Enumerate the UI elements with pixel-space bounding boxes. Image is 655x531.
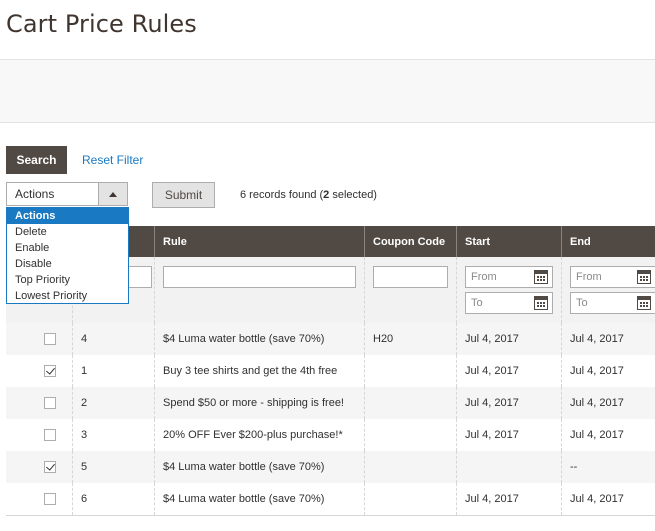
table-row[interactable]: 1 Buy 3 tee shirts and get the 4th free Ju… bbox=[6, 355, 655, 387]
page-actions-bar bbox=[0, 59, 655, 123]
cell-end: Jul 4, 2017 bbox=[561, 323, 655, 355]
cell-end: Jul 4, 2017 bbox=[561, 387, 655, 419]
cell-id: 3 bbox=[72, 419, 154, 451]
cell-select bbox=[6, 387, 72, 419]
cell-start: Jul 4, 2017 bbox=[456, 355, 561, 387]
table-row[interactable]: 5 $4 Luma water bottle (save 70%) -- bbox=[6, 451, 655, 483]
records-count: 6 records found (2 selected) bbox=[240, 189, 377, 201]
cell-select bbox=[6, 419, 72, 451]
calendar-icon[interactable] bbox=[534, 270, 548, 284]
cell-rule: $4 Luma water bottle (save 70%) bbox=[154, 483, 364, 515]
page-title: Cart Price Rules bbox=[6, 10, 197, 38]
cell-select bbox=[6, 483, 72, 515]
cell-coupon bbox=[364, 387, 456, 419]
header-rule[interactable]: Rule bbox=[154, 226, 364, 257]
row-checkbox[interactable] bbox=[44, 461, 56, 473]
cell-coupon bbox=[364, 419, 456, 451]
start-to-input[interactable]: To bbox=[465, 292, 553, 314]
end-to-input[interactable]: To bbox=[570, 292, 655, 314]
id-filter-input[interactable] bbox=[128, 266, 152, 288]
action-option-actions[interactable]: Actions bbox=[7, 208, 128, 224]
cell-coupon bbox=[364, 451, 456, 483]
cell-rule: 20% OFF Ever $200-plus purchase!* bbox=[154, 419, 364, 451]
calendar-icon[interactable] bbox=[534, 296, 548, 310]
cell-start bbox=[456, 451, 561, 483]
row-checkbox[interactable] bbox=[44, 333, 56, 345]
cell-end: Jul 4, 2017 bbox=[561, 355, 655, 387]
table-row[interactable]: 6 $4 Luma water bottle (save 70%) Jul 4, 2… bbox=[6, 483, 655, 515]
action-option-disable[interactable]: Disable bbox=[7, 256, 128, 272]
row-checkbox[interactable] bbox=[44, 397, 56, 409]
actions-select-value: Actions bbox=[15, 187, 55, 201]
cell-id: 4 bbox=[72, 323, 154, 355]
calendar-icon[interactable] bbox=[637, 296, 651, 310]
rule-filter-input[interactable] bbox=[163, 266, 356, 288]
cell-rule: Spend $50 or more - shipping is free! bbox=[154, 387, 364, 419]
cell-rule: $4 Luma water bottle (save 70%) bbox=[154, 451, 364, 483]
actions-dropdown-menu: Actions Delete Enable Disable Top Priori… bbox=[6, 207, 129, 304]
chevron-up-icon[interactable] bbox=[98, 183, 127, 205]
cell-id: 6 bbox=[72, 483, 154, 515]
start-to-placeholder: To bbox=[471, 297, 483, 309]
cell-start: Jul 4, 2017 bbox=[456, 387, 561, 419]
table-row[interactable]: 3 20% OFF Ever $200-plus purchase!* Jul 4,… bbox=[6, 419, 655, 451]
calendar-icon[interactable] bbox=[637, 270, 651, 284]
action-option-enable[interactable]: Enable bbox=[7, 240, 128, 256]
search-button[interactable]: Search bbox=[6, 146, 67, 174]
reset-filter-link[interactable]: Reset Filter bbox=[82, 153, 143, 167]
cell-coupon: H20 bbox=[364, 323, 456, 355]
filter-cell-end: From To bbox=[561, 257, 655, 323]
cell-start: Jul 4, 2017 bbox=[456, 483, 561, 515]
row-checkbox[interactable] bbox=[44, 493, 56, 505]
table-row[interactable]: 4 $4 Luma water bottle (save 70%) H20 Jul 4… bbox=[6, 323, 655, 355]
cell-id: 1 bbox=[72, 355, 154, 387]
grid-bottom-border bbox=[6, 515, 655, 516]
filter-cell-start: From To bbox=[456, 257, 561, 323]
end-to-placeholder: To bbox=[576, 297, 588, 309]
header-coupon-code[interactable]: Coupon Code bbox=[364, 226, 456, 257]
actions-select[interactable]: Actions bbox=[6, 182, 128, 206]
table-row[interactable]: 2 Spend $50 or more - shipping is free! Ju… bbox=[6, 387, 655, 419]
start-from-input[interactable]: From bbox=[465, 266, 553, 288]
action-option-top-priority[interactable]: Top Priority bbox=[7, 272, 128, 288]
filter-cell-rule bbox=[154, 257, 364, 323]
cell-end: Jul 4, 2017 bbox=[561, 483, 655, 515]
action-option-delete[interactable]: Delete bbox=[7, 224, 128, 240]
cell-rule: $4 Luma water bottle (save 70%) bbox=[154, 323, 364, 355]
filter-cell-coupon bbox=[364, 257, 456, 323]
cell-start: Jul 4, 2017 bbox=[456, 419, 561, 451]
cell-id: 2 bbox=[72, 387, 154, 419]
end-from-placeholder: From bbox=[576, 271, 602, 283]
cell-end: Jul 4, 2017 bbox=[561, 419, 655, 451]
cell-select bbox=[6, 323, 72, 355]
submit-button[interactable]: Submit bbox=[152, 182, 215, 208]
action-option-lowest-priority[interactable]: Lowest Priority bbox=[7, 288, 128, 304]
cell-coupon bbox=[364, 355, 456, 387]
coupon-filter-input[interactable] bbox=[373, 266, 448, 288]
cell-end: -- bbox=[561, 451, 655, 483]
row-checkbox[interactable] bbox=[44, 365, 56, 377]
cell-select bbox=[6, 355, 72, 387]
cell-coupon bbox=[364, 483, 456, 515]
end-from-input[interactable]: From bbox=[570, 266, 655, 288]
row-checkbox[interactable] bbox=[44, 429, 56, 441]
cell-start: Jul 4, 2017 bbox=[456, 323, 561, 355]
header-start[interactable]: Start bbox=[456, 226, 561, 257]
cell-select bbox=[6, 451, 72, 483]
header-end[interactable]: End bbox=[561, 226, 655, 257]
cell-id: 5 bbox=[72, 451, 154, 483]
start-from-placeholder: From bbox=[471, 271, 497, 283]
cell-rule: Buy 3 tee shirts and get the 4th free bbox=[154, 355, 364, 387]
